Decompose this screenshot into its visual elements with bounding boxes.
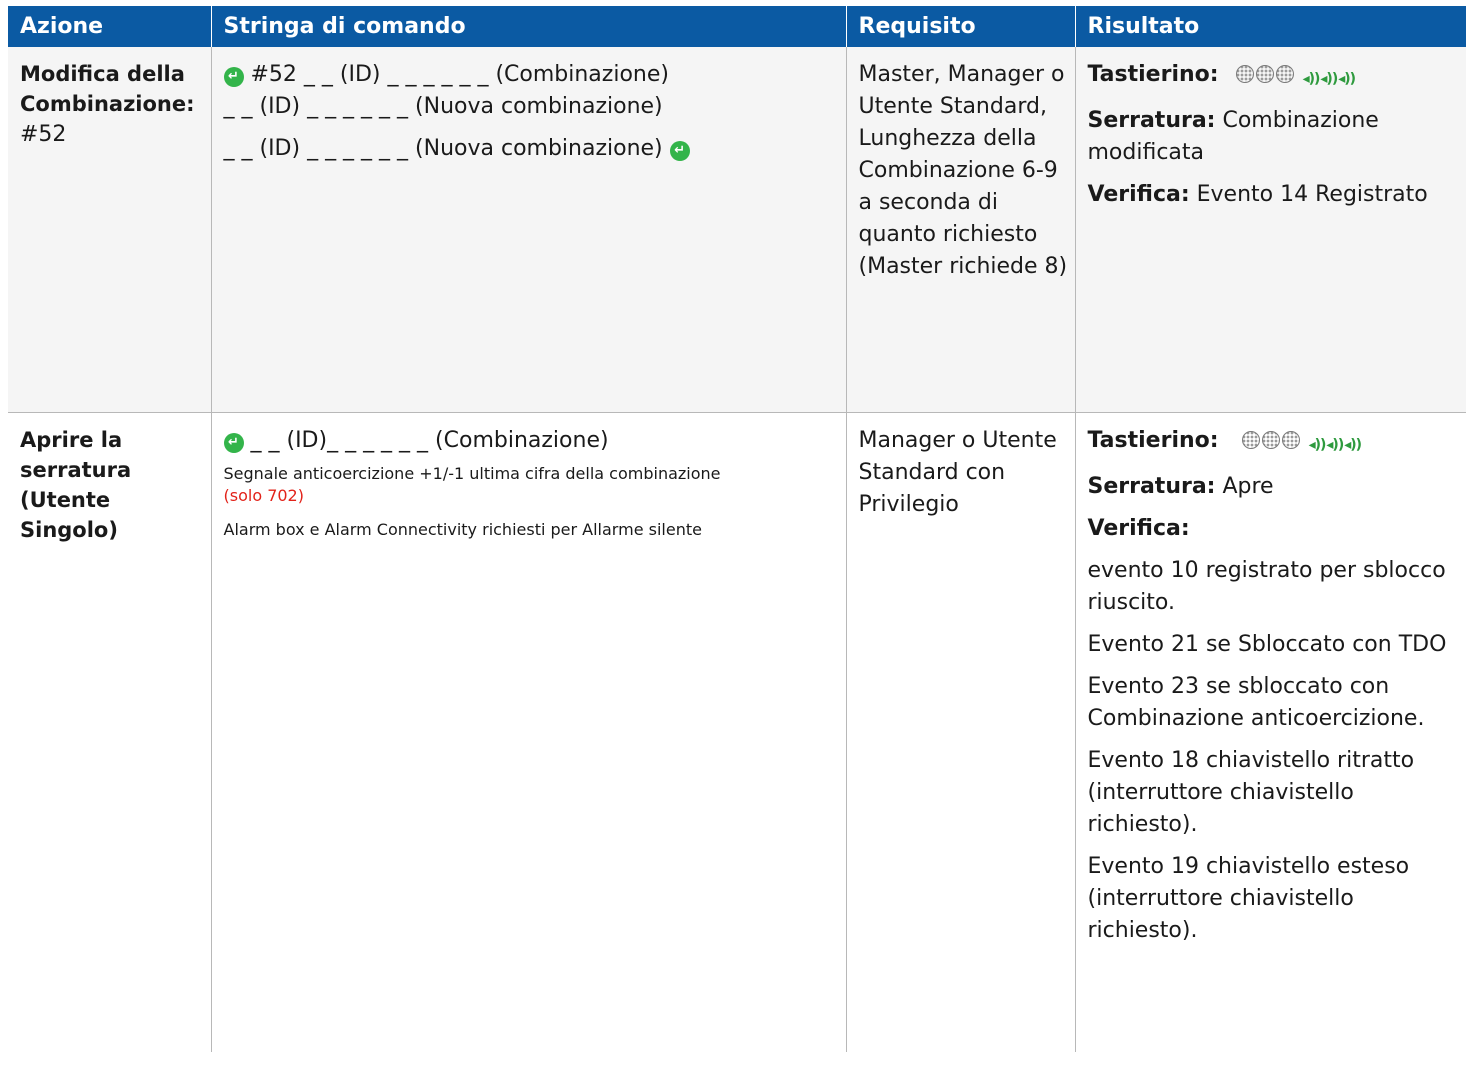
audit-label: Verifica: <box>1087 182 1190 207</box>
command-cell: ↵ #52 _ _ (ID) _ _ _ _ _ _ (Combinazione… <box>211 47 847 413</box>
action-cell: Modifica della Combinazione: #52 <box>8 47 212 413</box>
header-action: Azione <box>8 6 212 47</box>
audit-event: Evento 21 se Sbloccato con TDO <box>1087 632 1447 657</box>
green-enter-icon: ↵ <box>669 141 690 161</box>
audit-event: Evento 23 se sbloccato con Combinazione … <box>1087 674 1425 731</box>
result-cell: Tastierino: ◂))◂))◂)) Serratura: Apre Ve… <box>1075 412 1466 1052</box>
command-line-1: ↵ #52 _ _ (ID) _ _ _ _ _ _ (Combinazione… <box>223 59 840 91</box>
duress-note: Segnale anticoercizione +1/-1 ultima cif… <box>224 463 840 507</box>
speaker-beep-icon: ◂)) <box>1308 437 1327 453</box>
keypad-beep-sequence: ◂))◂))◂)) <box>1235 61 1356 95</box>
header-requirement: Requisito <box>846 6 1076 47</box>
requirement-cell: Master, Manager o Utente Standard, Lungh… <box>846 47 1076 413</box>
audit-value: Evento 14 Registrato <box>1196 182 1428 207</box>
duress-note-text: Segnale anticoercizione +1/-1 ultima cif… <box>223 464 721 483</box>
lock-value: Apre <box>1222 474 1274 499</box>
result-keypad: Tastierino: ◂))◂))◂)) <box>1088 425 1461 461</box>
table-row: Modifica della Combinazione: #52 ↵ #52 _… <box>8 47 1466 413</box>
result-lock: Serratura: Apre <box>1088 471 1461 503</box>
command-line-1: ↵ _ _ (ID)_ _ _ _ _ _ (Combinazione) <box>223 425 840 457</box>
audit-event: evento 10 registrato per sblocco riuscit… <box>1087 558 1446 615</box>
command-cell: ↵ _ _ (ID)_ _ _ _ _ _ (Combinazione) Seg… <box>211 412 847 1052</box>
keypad-label: Tastierino: <box>1087 428 1219 453</box>
command-line-3: _ _ (ID) _ _ _ _ _ _ (Nuova combinazione… <box>224 133 840 165</box>
keypad-beep-sequence: ◂))◂))◂)) <box>1241 427 1362 461</box>
result-cell: Tastierino: ◂))◂))◂)) Serratura: Combina… <box>1075 47 1466 413</box>
keypad-icon <box>1235 65 1254 83</box>
speaker-beep-icon: ◂)) <box>1338 71 1356 87</box>
speaker-beep-icon: ◂)) <box>1302 71 1321 87</box>
table-header-row: Azione Stringa di comando Requisito Risu… <box>8 6 1466 47</box>
duress-note-red: (solo 702) <box>223 486 304 505</box>
keypad-icon <box>1241 431 1260 449</box>
command-table: Azione Stringa di comando Requisito Risu… <box>8 6 1466 1052</box>
header-result: Risultato <box>1075 6 1466 47</box>
action-title: Aprire la serratura (Utente Singolo) <box>20 428 132 542</box>
table-row: Aprire la serratura (Utente Singolo) ↵ _… <box>8 412 1466 1052</box>
alarm-note: Alarm box e Alarm Connectivity richiesti… <box>223 520 702 539</box>
green-enter-icon: ↵ <box>223 67 244 87</box>
keypad-icon <box>1275 65 1294 83</box>
speaker-beep-icon: ◂)) <box>1320 71 1338 87</box>
command-text: _ _ (ID) _ _ _ _ _ _ (Nuova combinazione… <box>223 136 663 161</box>
header-command: Stringa di comando <box>211 6 847 47</box>
action-title: Modifica della Combinazione: <box>20 62 195 116</box>
keypad-icon <box>1281 431 1300 449</box>
lock-label: Serratura: <box>1087 474 1216 499</box>
keypad-label: Tastierino: <box>1087 62 1219 87</box>
audit-label: Verifica: <box>1087 516 1190 541</box>
result-audit: Verifica: Evento 14 Registrato <box>1088 179 1461 211</box>
command-line-2: _ _ (ID) _ _ _ _ _ _ (Nuova combinazione… <box>223 94 663 119</box>
command-text: _ _ (ID)_ _ _ _ _ _ (Combinazione) <box>250 428 609 453</box>
requirement-text: Master, Manager o Utente Standard, Lungh… <box>858 62 1068 279</box>
keypad-icon <box>1261 431 1280 449</box>
result-keypad: Tastierino: ◂))◂))◂)) <box>1088 59 1461 95</box>
command-text: #52 _ _ (ID) _ _ _ _ _ _ (Combinazione) <box>250 62 669 87</box>
audit-event: Evento 18 chiavistello ritratto (interru… <box>1087 748 1415 837</box>
keypad-icon <box>1255 65 1274 83</box>
action-cell: Aprire la serratura (Utente Singolo) <box>8 412 212 1052</box>
speaker-beep-icon: ◂)) <box>1344 437 1362 453</box>
audit-event: Evento 19 chiavistello esteso (interrutt… <box>1087 854 1410 943</box>
green-enter-icon: ↵ <box>223 433 244 453</box>
speaker-beep-icon: ◂)) <box>1326 437 1344 453</box>
lock-label: Serratura: <box>1087 108 1216 133</box>
result-lock: Serratura: Combinazione modificata <box>1088 105 1461 169</box>
action-code: #52 <box>20 122 67 147</box>
requirement-cell: Manager o Utente Standard con Privilegio <box>846 412 1076 1052</box>
requirement-text: Manager o Utente Standard con Privilegio <box>858 428 1057 517</box>
